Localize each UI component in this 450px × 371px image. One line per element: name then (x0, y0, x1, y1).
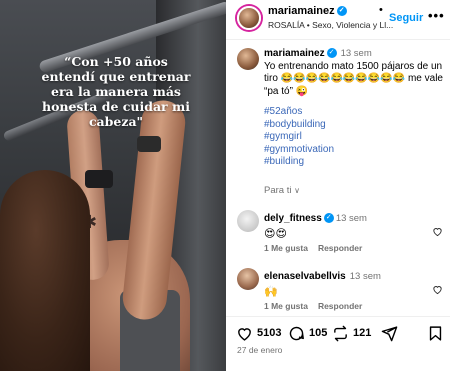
hashtag-link[interactable]: #building (264, 156, 444, 169)
caption-author-avatar[interactable] (237, 48, 259, 70)
hashtag-link[interactable]: #gymmotivation (264, 144, 444, 157)
caption-author-username[interactable]: mariamainez (264, 48, 325, 59)
comment-likes[interactable]: 1 Me gusta (264, 301, 308, 311)
for-you-label: Para ti (264, 185, 292, 196)
verified-icon: ✓ (326, 48, 337, 59)
verified-icon: ✓ (336, 6, 347, 17)
follow-button[interactable]: Seguir (389, 12, 423, 24)
author-username[interactable]: mariamainez (268, 5, 335, 17)
comment-icon (289, 326, 304, 340)
wrist-watch (137, 136, 161, 152)
comment-likes[interactable]: 1 Me gusta (264, 243, 308, 253)
commenter-avatar[interactable] (237, 268, 259, 290)
save-action[interactable] (427, 323, 448, 343)
commenter-avatar[interactable] (237, 210, 259, 232)
wrist-band (85, 170, 113, 188)
share-icon (381, 325, 398, 341)
verified-icon: ✓ (323, 213, 334, 224)
comment-heart-icon[interactable] (432, 226, 443, 237)
comment-time: 13 sem (335, 213, 367, 224)
like-action[interactable]: 5103 (236, 323, 281, 343)
more-options-icon[interactable]: ••• (428, 8, 445, 23)
action-bar: 5103 105 121 (226, 316, 450, 346)
hashtag-link[interactable]: #52años (264, 106, 444, 119)
caption-time: 13 sem (340, 48, 372, 59)
repost-icon (334, 325, 347, 341)
comment-count: 105 (309, 327, 328, 339)
comment-text: 🙌 (264, 285, 278, 298)
comment-action[interactable]: 105 (288, 323, 327, 343)
post-date: 27 de enero (237, 345, 283, 355)
commenter-username[interactable]: dely_fitness (264, 213, 322, 224)
header-separator: • (379, 4, 383, 16)
comment-heart-icon[interactable] (432, 284, 443, 295)
commenter-username[interactable]: elenaselvabellvis (264, 271, 346, 282)
comment-text: 😍😍 (264, 227, 287, 240)
hashtag-link[interactable]: #gymgirl (264, 131, 444, 144)
chevron-down-icon: ∨ (294, 186, 300, 195)
save-icon (429, 325, 442, 341)
for-you-toggle[interactable]: Para ti ∨ (264, 185, 300, 196)
post-header: mariamainez ✓ • Seguir ROSALÍA • Sexo, Vi… (226, 0, 450, 40)
music-track-link[interactable]: ROSALÍA • Sexo, Violencia y Ll... (268, 20, 393, 30)
like-count: 5103 (257, 327, 282, 339)
person-hair (0, 170, 90, 371)
caption-text: Yo entrenando mato 1500 pájaros de un ti… (264, 60, 443, 97)
heart-icon (238, 327, 251, 341)
author-avatar[interactable] (237, 6, 261, 30)
post-details-panel: mariamainez ✓ • Seguir ROSALÍA • Sexo, Vi… (226, 0, 450, 371)
reply-button[interactable]: Responder (318, 243, 362, 253)
media-caption-overlay: “Con +50 años entendí que entrenar era l… (41, 54, 191, 129)
hashtag-list: #52años #bodybuilding #gymgirl #gymmotiv… (264, 106, 444, 169)
hashtag-link[interactable]: #bodybuilding (264, 119, 444, 132)
repost-count: 121 (353, 327, 372, 339)
reply-button[interactable]: Responder (318, 301, 362, 311)
post-media[interactable]: ✱ “Con +50 años entendí que entrenar era… (0, 0, 226, 371)
share-action[interactable] (381, 323, 402, 343)
comment-time: 13 sem (349, 271, 381, 282)
repost-action[interactable]: 121 (332, 323, 371, 343)
